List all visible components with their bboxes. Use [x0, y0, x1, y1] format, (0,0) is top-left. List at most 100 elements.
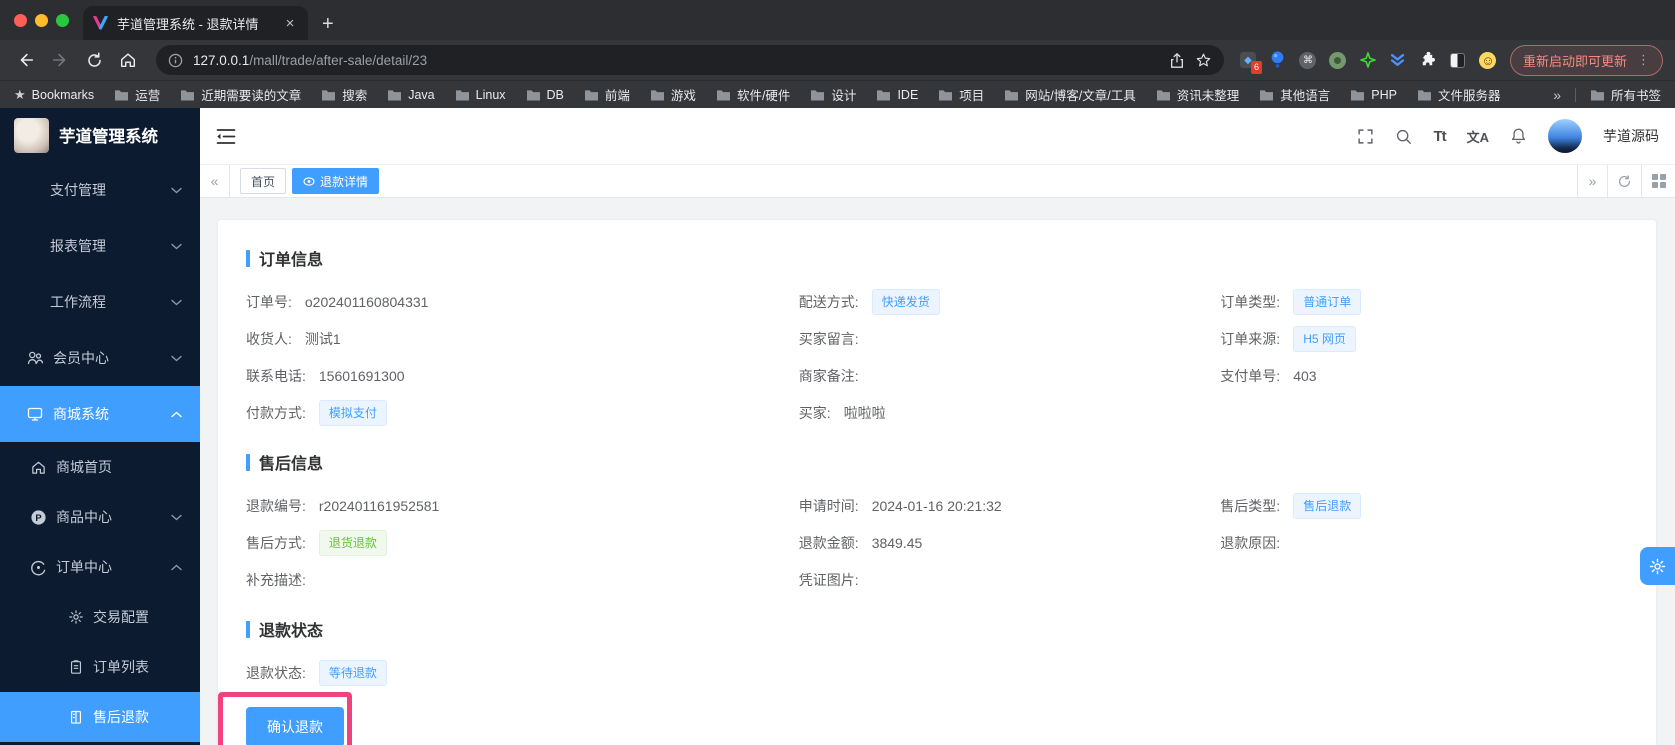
tag-aftersale-type: 售后退款	[1293, 493, 1361, 519]
browser-tab[interactable]: 芋道管理系统 - 退款详情 ×	[83, 6, 308, 40]
section-accent-bar	[246, 621, 250, 638]
chevron-down-icon	[171, 514, 182, 521]
field-apply-time: 申请时间:2024-01-16 20:21:32	[799, 487, 1221, 524]
sidebar-item-after-sale-refund[interactable]: 售后退款	[0, 692, 200, 742]
sidebar-item-trade-config[interactable]: 交易配置	[0, 592, 200, 642]
extension-grid-icon[interactable]: ◆ 6	[1238, 50, 1258, 70]
field-refund-amount: 退款金额:3849.45	[799, 524, 1221, 561]
tags-scroll-right-icon[interactable]: »	[1577, 165, 1607, 197]
bookmark-folder[interactable]: Linux	[455, 88, 506, 102]
forward-icon[interactable]	[46, 46, 74, 74]
sidebar-item-mall-home[interactable]: 商城首页	[0, 442, 200, 492]
monitor-icon	[26, 405, 44, 423]
extension-balloon-icon[interactable]	[1268, 50, 1288, 70]
sidebar-item-member[interactable]: 会员中心	[0, 330, 200, 386]
bookmark-folder[interactable]: 设计	[810, 85, 856, 104]
tags-scroll-left-icon[interactable]: «	[200, 165, 230, 197]
field-delivery-method: 配送方式:快递发货	[799, 283, 1221, 320]
bookmark-folder[interactable]: 资讯未整理	[1156, 85, 1240, 104]
bookmark-folder[interactable]: 软件/硬件	[716, 85, 790, 104]
reload-icon[interactable]	[80, 46, 108, 74]
window-minimize-button[interactable]	[35, 14, 48, 27]
bookmark-folder[interactable]: 项目	[938, 85, 984, 104]
extension-chevrons-icon[interactable]	[1388, 50, 1408, 70]
bookmarks-apps[interactable]: ★Bookmarks	[14, 87, 94, 103]
sidebar-item-payment[interactable]: 支付管理	[0, 162, 200, 218]
bookmark-folder[interactable]: 文件服务器	[1417, 85, 1501, 104]
site-info-icon[interactable]	[168, 53, 183, 68]
tag-refund-status: 等待退款	[319, 660, 387, 686]
extension-halfsquare-icon[interactable]	[1448, 50, 1468, 70]
extensions-puzzle-icon[interactable]	[1418, 50, 1438, 70]
bookmark-folder[interactable]: IDE	[876, 88, 918, 102]
profile-avatar-emoji[interactable]: ☺	[1478, 50, 1498, 70]
gear-icon	[1649, 558, 1666, 575]
language-icon[interactable]: 文A	[1467, 127, 1489, 146]
refresh-page-icon[interactable]	[1607, 165, 1641, 197]
window-zoom-button[interactable]	[56, 14, 69, 27]
chevron-down-icon	[171, 243, 182, 250]
bookmarks-overflow-icon[interactable]: »	[1553, 87, 1561, 103]
tags-view-bar: « 首页 退款详情 »	[200, 165, 1675, 198]
chevron-up-icon	[171, 411, 182, 418]
bookmark-folder[interactable]: 搜索	[321, 85, 367, 104]
extension-star-icon[interactable]	[1358, 50, 1378, 70]
url-bar[interactable]: 127.0.0.1/mall/trade/after-sale/detail/2…	[156, 45, 1224, 75]
user-avatar[interactable]	[1548, 119, 1582, 153]
url-host: 127.0.0.1	[193, 53, 249, 68]
sidebar-item-order-center[interactable]: 订单中心	[0, 542, 200, 592]
bookmarks-label: Bookmarks	[32, 88, 95, 102]
sidebar-item-workflow[interactable]: 工作流程	[0, 274, 200, 330]
new-tab-button[interactable]: +	[322, 13, 334, 36]
field-pay-no: 支付单号:403	[1220, 357, 1628, 394]
field-order-source: 订单来源:H5 网页	[1220, 320, 1628, 357]
collapse-sidebar-icon[interactable]	[216, 128, 236, 145]
tab-close-icon[interactable]: ×	[282, 15, 298, 32]
p-circle-icon: P	[30, 509, 47, 526]
sidebar-item-product-center[interactable]: P 商品中心	[0, 492, 200, 542]
theme-settings-button[interactable]	[1640, 547, 1675, 585]
bookmark-folder[interactable]: PHP	[1350, 88, 1397, 102]
back-icon[interactable]	[12, 46, 40, 74]
bookmark-folder[interactable]: 其他语言	[1259, 85, 1330, 104]
bookmark-folder[interactable]: 游戏	[650, 85, 696, 104]
layout-grid-icon[interactable]	[1641, 165, 1675, 197]
bookmark-folder[interactable]: 近期需要读的文章	[180, 85, 301, 104]
fullscreen-icon[interactable]	[1357, 128, 1374, 145]
tag-aftersale-method: 退货退款	[319, 530, 387, 556]
share-icon[interactable]	[1169, 52, 1185, 69]
tag-tab-home[interactable]: 首页	[240, 168, 286, 194]
sidebar-item-report[interactable]: 报表管理	[0, 218, 200, 274]
url-text[interactable]: 127.0.0.1/mall/trade/after-sale/detail/2…	[193, 53, 1159, 68]
bookmarks-bar: ★Bookmarks 运营 近期需要读的文章 搜索 Java Linux DB …	[0, 80, 1675, 108]
bookmark-folder[interactable]: 网站/博客/文章/工具	[1004, 85, 1135, 104]
bell-icon[interactable]	[1510, 127, 1527, 145]
bookmark-folder[interactable]: DB	[526, 88, 564, 102]
bookmark-star-icon[interactable]	[1195, 52, 1212, 69]
divider	[1575, 88, 1576, 102]
search-icon[interactable]	[1395, 128, 1412, 145]
extension-command-icon[interactable]: ⌘	[1298, 50, 1318, 70]
sidebar-menu: 支付管理 报表管理 工作流程 会员中心 商城	[0, 162, 200, 745]
field-empty	[1220, 394, 1628, 431]
sidebar-item-mall[interactable]: 商城系统	[0, 386, 200, 442]
bookmark-folder[interactable]: 运营	[114, 85, 160, 104]
extension-dot-icon[interactable]	[1328, 50, 1348, 70]
home-icon[interactable]	[114, 46, 142, 74]
tag-order-type: 普通订单	[1293, 289, 1361, 315]
confirm-refund-button[interactable]: 确认退款	[246, 707, 344, 745]
chrome-update-button[interactable]: 重新启动即可更新 ⋮	[1510, 45, 1663, 76]
bookmark-folder[interactable]: Java	[387, 88, 434, 102]
font-size-icon[interactable]: Tt	[1433, 128, 1445, 145]
browser-toolbar: 127.0.0.1/mall/trade/after-sale/detail/2…	[0, 40, 1675, 80]
tag-pay-method: 模拟支付	[319, 400, 387, 426]
tag-tab-refund-detail[interactable]: 退款详情	[292, 168, 379, 194]
all-bookmarks-folder[interactable]: 所有书签	[1590, 85, 1661, 104]
field-receiver: 收货人:测试1	[246, 320, 799, 357]
bookmark-folder[interactable]: 前端	[584, 85, 630, 104]
sidebar-logo[interactable]: 芋道管理系统	[0, 108, 200, 162]
chrome-menu-dots-icon[interactable]: ⋮	[1637, 52, 1650, 68]
chevron-down-icon	[171, 187, 182, 194]
sidebar-item-order-list[interactable]: 订单列表	[0, 642, 200, 692]
window-close-button[interactable]	[14, 14, 27, 27]
